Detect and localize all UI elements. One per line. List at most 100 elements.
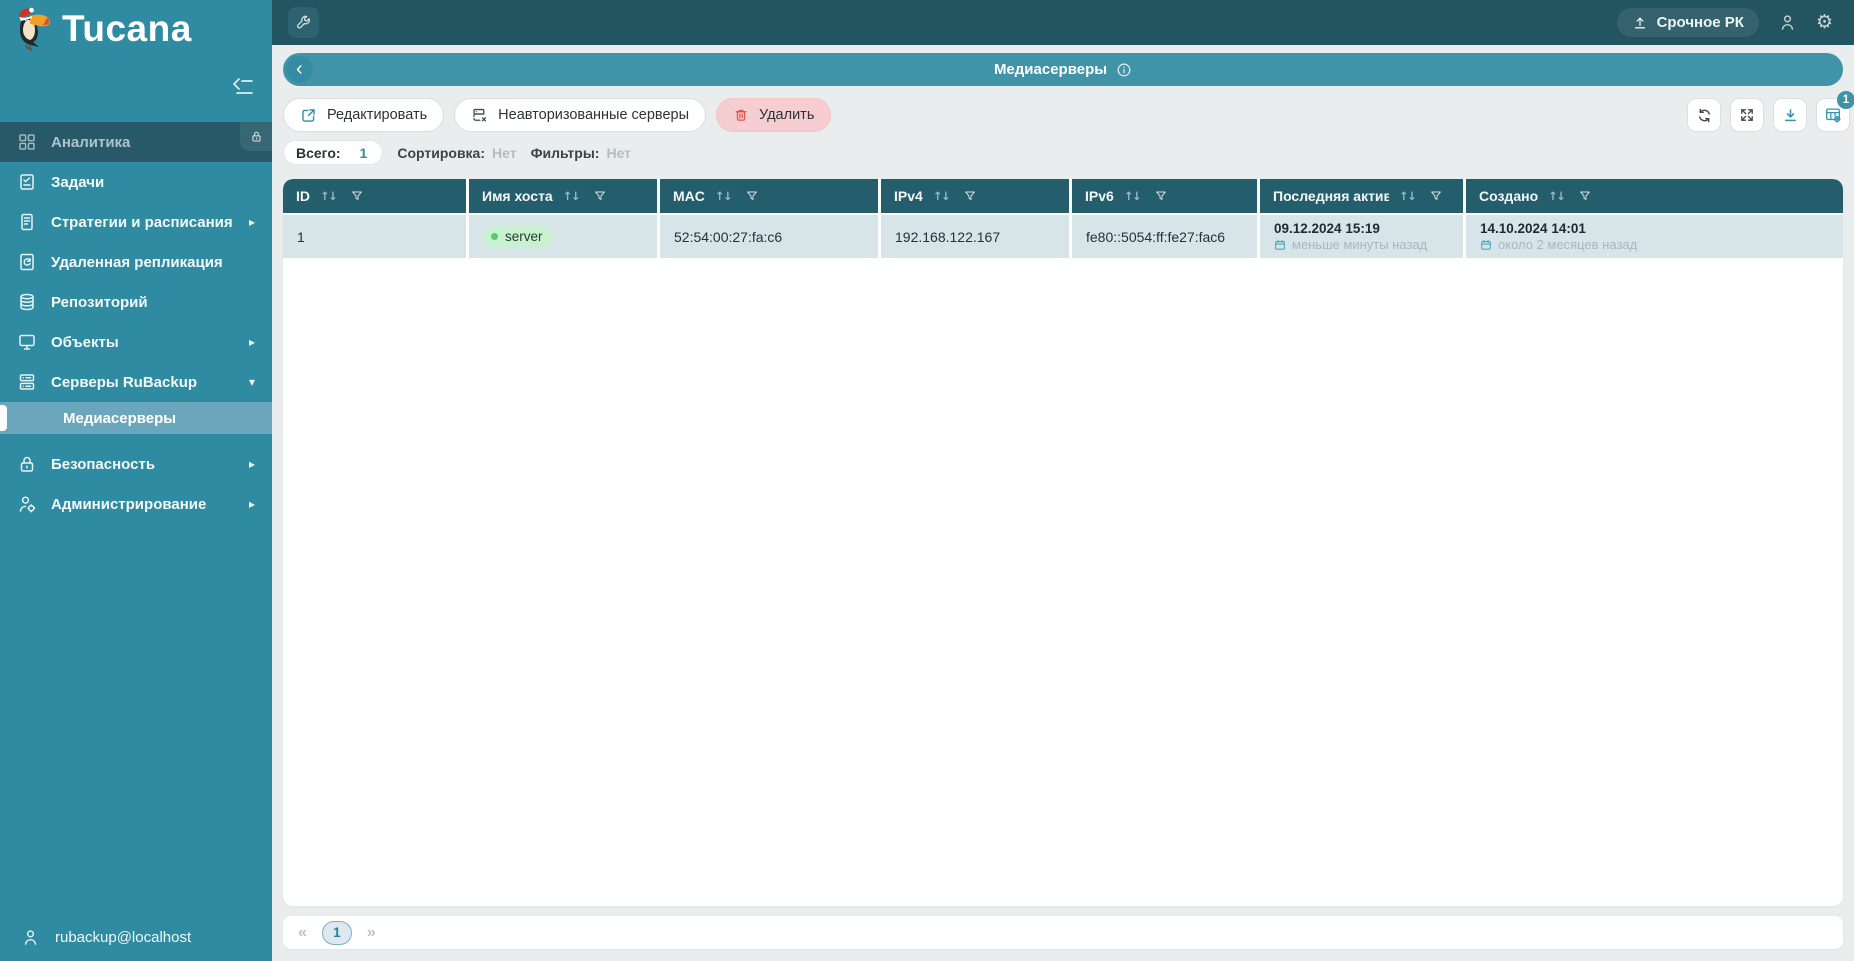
- calendar-icon: [1480, 239, 1492, 251]
- sidebar-item-label: Безопасность: [51, 455, 156, 473]
- download-icon: [1782, 107, 1799, 124]
- edit-icon: [300, 107, 317, 124]
- sidebar-item-analytics[interactable]: Аналитика: [0, 122, 272, 162]
- objects-icon: [17, 332, 37, 352]
- filter-icon[interactable]: [351, 190, 363, 202]
- sidebar-item-repository[interactable]: Репозиторий: [0, 282, 272, 322]
- created-date: 14.10.2024 14:01: [1480, 221, 1586, 236]
- column-header-id[interactable]: ID ↑↓: [283, 179, 466, 213]
- column-header-ipv6[interactable]: IPv6 ↑↓: [1072, 179, 1257, 213]
- sort-icon[interactable]: ↑↓: [320, 189, 338, 203]
- info-icon[interactable]: [1116, 62, 1132, 78]
- person-icon: [21, 928, 40, 947]
- sort-icon[interactable]: ↑↓: [1399, 189, 1417, 203]
- cell-ipv4: 192.168.122.167: [881, 215, 1069, 258]
- stats-row: Всего: 1 Сортировка: Нет Фильтры: Нет: [283, 140, 1843, 165]
- mediaservers-table: ID ↑↓ Имя хоста ↑↓ MAC ↑↓ IPv4 ↑↓ IPv6 ↑…: [283, 179, 1843, 906]
- column-label: ID: [296, 188, 310, 204]
- filter-icon[interactable]: [1430, 190, 1442, 202]
- person-icon[interactable]: [1778, 13, 1797, 32]
- ipv6-text: fe80::5054:ff:fe27:fac6: [1086, 228, 1226, 245]
- sort-icon[interactable]: ↑↓: [1124, 189, 1142, 203]
- sidebar-item-security[interactable]: Безопасность ▸: [0, 444, 272, 484]
- filter-label: Фильтры:: [530, 144, 600, 161]
- table-actions: 1: [1687, 91, 1854, 132]
- brand: Tucana: [13, 7, 192, 51]
- cell-created: 14.10.2024 14:01 около 2 месяцев назад: [1466, 215, 1843, 258]
- page-title: Медиасерверы: [994, 61, 1132, 78]
- edit-label: Редактировать: [327, 107, 428, 123]
- sidebar-menu: Аналитика Задачи Стратегии и расписания …: [0, 122, 272, 524]
- user-login: rubackup@localhost: [55, 929, 192, 946]
- sidebar-item-rubackup-servers[interactable]: Серверы RuBackup ▾: [0, 362, 272, 402]
- filter-icon[interactable]: [746, 190, 758, 202]
- sidebar-item-label: Администрирование: [51, 495, 207, 513]
- delete-label: Удалить: [759, 107, 815, 123]
- filter-icon[interactable]: [1155, 190, 1167, 202]
- refresh-button[interactable]: [1687, 98, 1721, 132]
- sort-icon[interactable]: ↑↓: [715, 189, 733, 203]
- filter-icon[interactable]: [594, 190, 606, 202]
- sort-icon[interactable]: ↑↓: [1548, 189, 1566, 203]
- topbar: Срочное РК ⚙: [272, 0, 1854, 45]
- column-header-hostname[interactable]: Имя хоста ↑↓: [469, 179, 657, 213]
- column-label: Создано: [1479, 188, 1539, 204]
- sidebar-item-strategies[interactable]: Стратегии и расписания ▸: [0, 202, 272, 242]
- fullscreen-icon: [1739, 107, 1755, 123]
- security-icon: [17, 454, 37, 474]
- column-header-created[interactable]: Создано ↑↓: [1466, 179, 1843, 213]
- delete-button[interactable]: Удалить: [716, 98, 832, 132]
- sort-icon[interactable]: ↑↓: [563, 189, 581, 203]
- sidebar-item-label: Удаленная репликация: [51, 253, 223, 271]
- pagination-page-1[interactable]: 1: [321, 920, 352, 945]
- main-content: Срочное РК ⚙ Медиасерверы Редактировать …: [272, 0, 1854, 961]
- sidebar-item-objects[interactable]: Объекты ▸: [0, 322, 272, 362]
- mac-text: 52:54:00:27:fa:c6: [674, 228, 783, 245]
- row-id: 1: [297, 228, 305, 245]
- filter-icon[interactable]: [964, 190, 976, 202]
- hostname-text: server: [505, 229, 543, 244]
- sidebar-item-tasks[interactable]: Задачи: [0, 162, 272, 202]
- collapse-sidebar-icon[interactable]: [230, 74, 256, 100]
- column-header-mac[interactable]: MAC ↑↓: [660, 179, 878, 213]
- column-label: IPv6: [1085, 188, 1114, 204]
- ipv4-text: 192.168.122.167: [895, 228, 1001, 245]
- cell-ipv6: fe80::5054:ff:fe27:fac6: [1072, 215, 1257, 258]
- urgent-backup-button[interactable]: Срочное РК: [1616, 8, 1759, 37]
- strategies-icon: [17, 212, 37, 232]
- pagination-first-button[interactable]: «: [294, 924, 311, 942]
- column-header-ipv4[interactable]: IPv4 ↑↓: [881, 179, 1069, 213]
- calendar-icon: [1274, 239, 1286, 251]
- pagination-last-button[interactable]: »: [363, 924, 380, 942]
- tucana-logo-icon: [13, 7, 53, 51]
- edit-button[interactable]: Редактировать: [283, 98, 445, 132]
- sort-icon[interactable]: ↑↓: [933, 189, 951, 203]
- download-button[interactable]: [1773, 98, 1807, 132]
- table-settings-button[interactable]: 1: [1816, 91, 1854, 132]
- sidebar-item-mediaservers[interactable]: Медиасерверы: [0, 402, 272, 434]
- wrench-icon[interactable]: [288, 7, 319, 38]
- refresh-icon: [1696, 107, 1713, 124]
- filter-icon[interactable]: [1579, 190, 1591, 202]
- urgent-backup-label: Срочное РК: [1656, 14, 1744, 31]
- brand-name: Tucana: [62, 8, 192, 49]
- last-activity-relative: меньше минуты назад: [1292, 237, 1428, 252]
- gear-icon[interactable]: ⚙: [1816, 13, 1833, 32]
- status-online-dot: [491, 233, 498, 240]
- last-activity-date: 09.12.2024 15:19: [1274, 221, 1380, 236]
- unauthorized-servers-button[interactable]: Неавторизованные серверы: [454, 98, 707, 132]
- column-header-last-activity[interactable]: Последняя активность ↑↓: [1260, 179, 1463, 213]
- user-account[interactable]: rubackup@localhost: [0, 928, 272, 947]
- back-button[interactable]: [286, 56, 313, 83]
- sidebar: Tucana Аналитика Задачи Стратегии и расп…: [0, 0, 272, 961]
- sidebar-item-replication[interactable]: Удаленная репликация: [0, 242, 272, 282]
- table-header-row: ID ↑↓ Имя хоста ↑↓ MAC ↑↓ IPv4 ↑↓ IPv6 ↑…: [283, 179, 1843, 213]
- table-row[interactable]: 1 server 52:54:00:27:fa:c6 192.168.122.1…: [283, 215, 1843, 258]
- page-title-bar: Медиасерверы: [283, 53, 1843, 86]
- sidebar-item-label: Аналитика: [51, 133, 131, 151]
- table-settings-icon: [1824, 106, 1842, 124]
- page-title-text: Медиасерверы: [993, 61, 1108, 78]
- sidebar-item-administration[interactable]: Администрирование ▸: [0, 484, 272, 524]
- fullscreen-button[interactable]: [1730, 98, 1764, 132]
- sort-label: Сортировка:: [397, 144, 486, 161]
